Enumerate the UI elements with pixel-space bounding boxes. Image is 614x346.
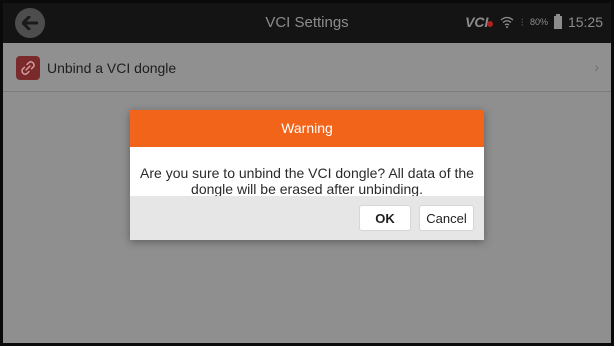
signal-divider: ⁝ xyxy=(520,16,524,29)
list-item-label: Unbind a VCI dongle xyxy=(47,60,177,76)
clock: 15:25 xyxy=(567,14,603,30)
list-item-unbind[interactable]: Unbind a VCI dongle › xyxy=(3,43,611,92)
battery-percent: 80% xyxy=(529,17,548,27)
vci-status-dot xyxy=(487,21,494,27)
chevron-right-icon: › xyxy=(594,59,599,75)
battery-icon xyxy=(553,13,562,29)
dialog-footer: OK Cancel xyxy=(130,196,484,240)
ok-button[interactable]: OK xyxy=(359,205,411,231)
unlink-icon xyxy=(16,56,40,80)
cancel-button[interactable]: Cancel xyxy=(419,205,474,231)
warning-dialog: Warning Are you sure to unbind the VCI d… xyxy=(130,110,484,240)
status-area: VCI ⁝ 80% 15:25 xyxy=(465,13,603,30)
vci-logo: VCI xyxy=(465,14,494,30)
dialog-message: Are you sure to unbind the VCI dongle? A… xyxy=(140,165,474,197)
app-window: VCI Settings VCI ⁝ 80% 15:25 Unbind a VC… xyxy=(0,0,614,346)
title-bar: VCI Settings VCI ⁝ 80% 15:25 xyxy=(3,3,611,43)
dialog-title: Warning xyxy=(130,110,484,147)
wifi-icon xyxy=(501,16,514,28)
